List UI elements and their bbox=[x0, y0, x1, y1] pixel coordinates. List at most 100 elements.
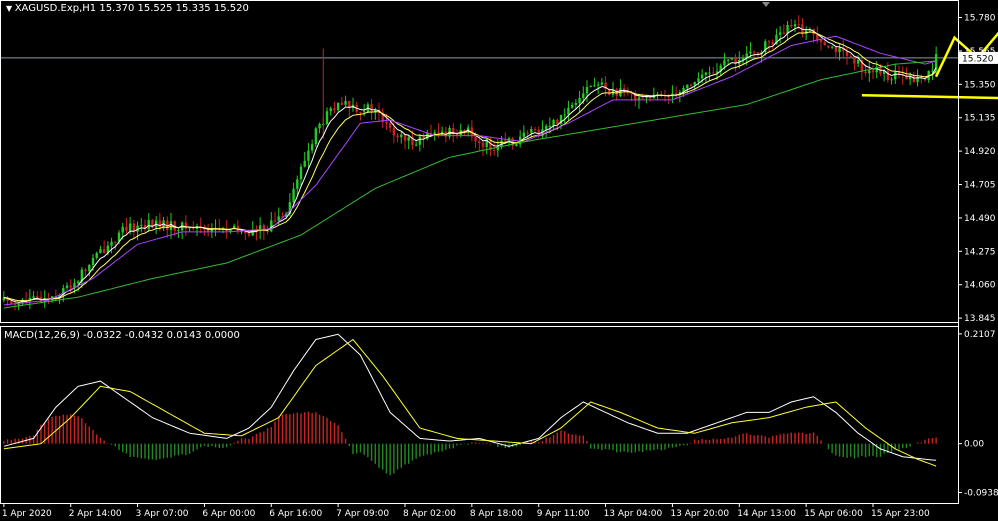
candle-body bbox=[407, 136, 410, 141]
candle-body bbox=[32, 296, 35, 298]
candle-body bbox=[533, 129, 537, 131]
candle-body bbox=[600, 82, 604, 85]
candle-body bbox=[84, 269, 87, 272]
candle-body bbox=[325, 111, 329, 125]
candle-body bbox=[712, 72, 715, 74]
candle-body bbox=[697, 78, 700, 82]
x-tick-label: 7 Apr 09:00 bbox=[336, 509, 389, 519]
candle-body bbox=[567, 107, 570, 115]
candle-body bbox=[596, 84, 600, 86]
candle-body bbox=[868, 70, 871, 74]
symbol-info-text: XAGUSD.Exp,H1 15.370 15.525 15.335 15.52… bbox=[14, 3, 249, 14]
candle-body bbox=[362, 111, 366, 113]
candle-body bbox=[856, 60, 860, 64]
projection-arrow-line bbox=[861, 93, 998, 100]
candle-body bbox=[771, 42, 774, 45]
price-pane-border bbox=[0, 0, 959, 323]
y-tick-label: 14.275 bbox=[964, 247, 996, 257]
candle-body bbox=[388, 123, 392, 128]
candle-body bbox=[745, 53, 748, 58]
candle-body bbox=[91, 257, 95, 266]
candle-body bbox=[318, 124, 321, 129]
candle-body bbox=[418, 136, 422, 145]
candle-body bbox=[65, 285, 69, 288]
candle-body bbox=[95, 252, 98, 258]
candle-body bbox=[336, 102, 340, 111]
candle-body bbox=[314, 128, 318, 145]
candle-body bbox=[578, 98, 581, 103]
y-tick-label: 15.780 bbox=[964, 14, 996, 24]
candle-body bbox=[522, 132, 526, 137]
candle-body bbox=[76, 281, 80, 284]
candle-body bbox=[121, 226, 124, 233]
candle-body bbox=[99, 249, 102, 253]
candle-body bbox=[752, 51, 756, 53]
candle-body bbox=[69, 285, 72, 288]
ma-fast-line bbox=[3, 26, 937, 303]
macd-pane[interactable] bbox=[3, 333, 937, 476]
signal-line bbox=[3, 338, 937, 467]
projection-arrow-line bbox=[934, 31, 998, 78]
candle-body bbox=[593, 85, 596, 87]
x-tick-label: 14 Apr 13:00 bbox=[737, 509, 796, 519]
candle-body bbox=[177, 230, 180, 232]
candle-body bbox=[782, 32, 786, 34]
macd-info: MACD(12,26,9) -0.0322 -0.0432 0.0143 0.0… bbox=[4, 330, 240, 341]
y-tick-label: 15.350 bbox=[964, 80, 996, 90]
candle-body bbox=[433, 132, 436, 135]
candle-body bbox=[370, 104, 373, 113]
macd-y-tick-label: -0.0938 bbox=[964, 489, 998, 499]
macd-line bbox=[3, 333, 937, 461]
symbol-info: ▼ XAGUSD.Exp,H1 15.370 15.525 15.335 15.… bbox=[6, 3, 249, 14]
candle-body bbox=[723, 60, 726, 66]
candle-body bbox=[574, 102, 578, 105]
candle-body bbox=[359, 111, 362, 113]
candle-body bbox=[834, 46, 838, 53]
candle-body bbox=[396, 135, 399, 138]
macd-y-tick-label: 0.2107 bbox=[964, 330, 996, 340]
candle-body bbox=[700, 74, 704, 79]
x-tick-label: 1 Apr 2020 bbox=[2, 509, 52, 519]
candle-body bbox=[871, 70, 875, 73]
candle-body bbox=[730, 57, 734, 60]
candle-body bbox=[526, 132, 529, 134]
candle-body bbox=[296, 179, 299, 189]
candle-body bbox=[931, 70, 934, 72]
y-tick-label: 13.845 bbox=[964, 314, 996, 324]
candle-body bbox=[823, 42, 826, 46]
candle-body bbox=[890, 79, 893, 81]
candle-body bbox=[140, 224, 143, 226]
candle-body bbox=[838, 48, 841, 53]
candle-body bbox=[830, 46, 834, 48]
candle-body bbox=[184, 222, 188, 229]
candle-body bbox=[492, 149, 496, 151]
candle-body bbox=[552, 119, 555, 126]
candle-body bbox=[128, 223, 132, 231]
x-tick-label: 15 Apr 06:00 bbox=[804, 509, 863, 519]
candle-body bbox=[340, 102, 344, 105]
candle-body bbox=[10, 301, 13, 304]
candle-body bbox=[400, 134, 403, 138]
candle-body bbox=[500, 140, 503, 147]
candle-body bbox=[544, 126, 548, 130]
candle-body bbox=[440, 131, 444, 134]
candle-body bbox=[481, 142, 485, 147]
candle-body bbox=[463, 129, 466, 131]
ma-long-line bbox=[3, 60, 937, 309]
candle-body bbox=[778, 32, 782, 35]
candle-body bbox=[385, 121, 388, 124]
candle-body bbox=[886, 70, 890, 81]
macd-y-tick-label: 0.00 bbox=[964, 440, 984, 450]
price-pane[interactable] bbox=[0, 14, 998, 311]
trading-chart[interactable]: 15.78015.56515.35015.13514.92014.70514.4… bbox=[0, 0, 998, 521]
candle-body bbox=[247, 233, 251, 236]
x-tick-label: 8 Apr 18:00 bbox=[470, 509, 523, 519]
candle-body bbox=[530, 129, 533, 133]
candle-body bbox=[548, 125, 552, 127]
candle-body bbox=[589, 85, 592, 88]
candle-body bbox=[894, 71, 897, 80]
x-tick-label: 6 Apr 16:00 bbox=[269, 509, 322, 519]
candle-body bbox=[292, 188, 295, 203]
x-tick-label: 9 Apr 11:00 bbox=[537, 509, 590, 519]
candle-body bbox=[426, 133, 429, 140]
